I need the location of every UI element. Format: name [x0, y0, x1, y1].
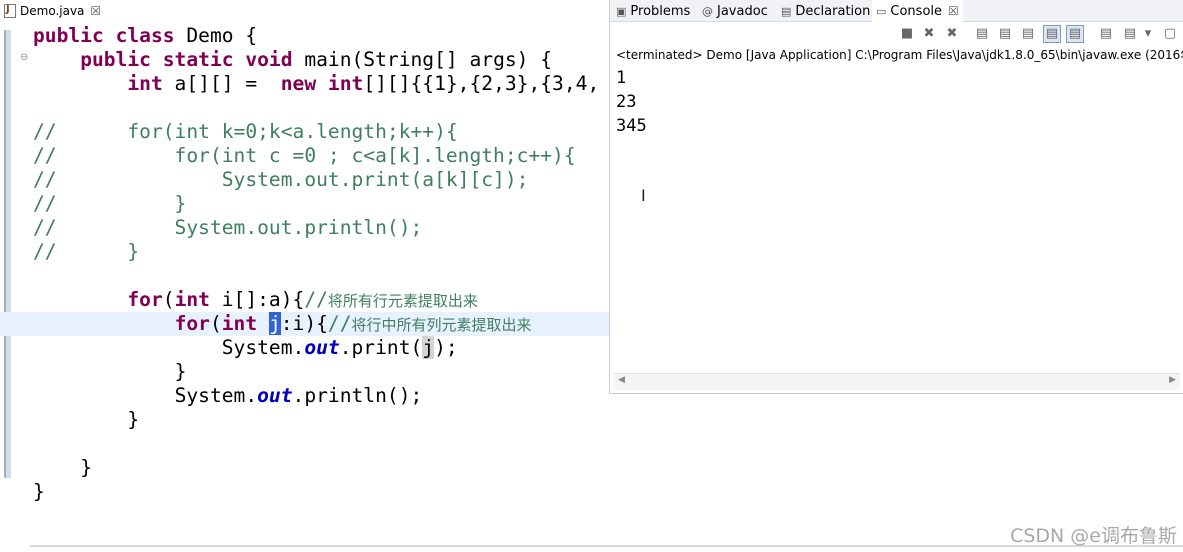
- show-on-stderr-icon[interactable]: ▤: [1066, 25, 1084, 43]
- console-output-line-1: 1: [616, 68, 627, 88]
- console-view: ▣ Problems @ Javadoc ▤ Declaration ▭ Con…: [609, 0, 1183, 394]
- clear-console-icon[interactable]: ▤: [974, 26, 990, 42]
- console-icon: ▭: [876, 4, 887, 18]
- terminate-icon[interactable]: ■: [899, 26, 915, 42]
- view-tabbar: ▣ Problems @ Javadoc ▤ Declaration ▭ Con…: [610, 0, 1183, 22]
- scroll-lock-icon[interactable]: ▤: [997, 26, 1013, 42]
- tab-console[interactable]: ▭ Console ☒: [872, 0, 963, 22]
- java-file-icon: [4, 4, 16, 18]
- javadoc-icon: @: [702, 4, 713, 18]
- tab-javadoc-label: Javadoc: [717, 3, 768, 19]
- display-selected-console-icon[interactable]: ▤: [1122, 26, 1138, 42]
- tab-problems-label: Problems: [630, 3, 691, 19]
- tab-console-label: Console: [890, 3, 943, 19]
- remove-all-terminated-icon[interactable]: ✖: [944, 26, 960, 42]
- i-beam-cursor-icon: Ⅰ: [641, 186, 646, 205]
- editor-tab-label: Demo.java: [20, 4, 85, 18]
- code-line-19: }: [80, 456, 92, 479]
- scroll-left-arrow-icon[interactable]: ◀: [618, 375, 625, 385]
- problems-icon: ▣: [616, 4, 627, 18]
- code-area[interactable]: public class Demo { public static void m…: [0, 24, 620, 504]
- console-toolbar: ■ ✖ ✖ ▤ ▤ ▤ ▤ ▤ ▤ ▤ ▾ ▢: [610, 22, 1183, 46]
- open-console-icon[interactable]: ▢: [1162, 26, 1178, 42]
- code-line-2: public static void main(String[] args) {: [80, 48, 553, 71]
- console-output-line-2: 23: [616, 92, 637, 112]
- code-line-15: }: [174, 360, 187, 383]
- code-line-8: // }: [33, 192, 187, 215]
- code-line-13-current: for(int j:i){//将行中所有列元素提取出来: [0, 312, 620, 336]
- variable-occurrence: j: [422, 336, 435, 359]
- pin-console-icon[interactable]: ▤: [1098, 26, 1114, 42]
- tab-declaration[interactable]: ▤ Declaration: [781, 0, 870, 22]
- console-launch-header: <terminated> Demo [Java Application] C:\…: [616, 48, 1183, 62]
- code-line-5: // for(int k=0;k<a.length;k++){: [33, 120, 458, 143]
- code-line-9: // System.out.println();: [33, 216, 423, 239]
- code-line-3: int a[][] = new int[][]{{1},{2,3},{3,4,: [127, 72, 600, 95]
- show-on-stdout-icon[interactable]: ▤: [1043, 25, 1061, 43]
- code-line-20: }: [33, 480, 45, 503]
- code-editor[interactable]: Demo.java ☒ ⊖ public class Demo { public…: [0, 0, 620, 552]
- close-console-tab-icon[interactable]: ☒: [948, 4, 959, 18]
- declaration-icon: ▤: [781, 4, 792, 18]
- word-wrap-icon[interactable]: ▤: [1020, 26, 1036, 42]
- selected-variable[interactable]: j: [268, 312, 281, 335]
- code-line-10: // }: [33, 240, 140, 263]
- tab-javadoc[interactable]: @ Javadoc: [702, 0, 768, 22]
- close-tab-icon[interactable]: ☒: [90, 4, 101, 18]
- dropdown-chevron-icon[interactable]: ▾: [1140, 26, 1156, 42]
- code-line-7: // System.out.print(a[k][c]);: [33, 168, 529, 191]
- remove-launch-icon[interactable]: ✖: [921, 26, 937, 42]
- watermark: CSDN @e调布鲁斯: [1010, 525, 1177, 547]
- console-output-line-3: 345: [616, 116, 647, 136]
- code-line-1: public class Demo {: [33, 24, 258, 47]
- code-line-16: System.out.println();: [174, 384, 423, 407]
- code-line-6: // for(int c =0 ; c<a[k].length;c++){: [33, 144, 576, 167]
- tab-problems[interactable]: ▣ Problems: [616, 0, 690, 22]
- editor-tab-demo-java[interactable]: Demo.java ☒: [0, 0, 110, 22]
- console-output[interactable]: 1 23 345: [616, 66, 647, 138]
- horizontal-scrollbar[interactable]: ◀ ▶: [614, 373, 1180, 390]
- scroll-right-arrow-icon[interactable]: ▶: [1169, 375, 1176, 385]
- tab-declaration-label: Declaration: [795, 3, 871, 19]
- code-line-14: System.out.print(j);: [221, 336, 458, 359]
- editor-tabbar: Demo.java ☒: [0, 0, 620, 22]
- code-line-12: for(int i[]:a){//将所有行元素提取出来: [127, 288, 478, 311]
- code-line-17: }: [127, 408, 140, 431]
